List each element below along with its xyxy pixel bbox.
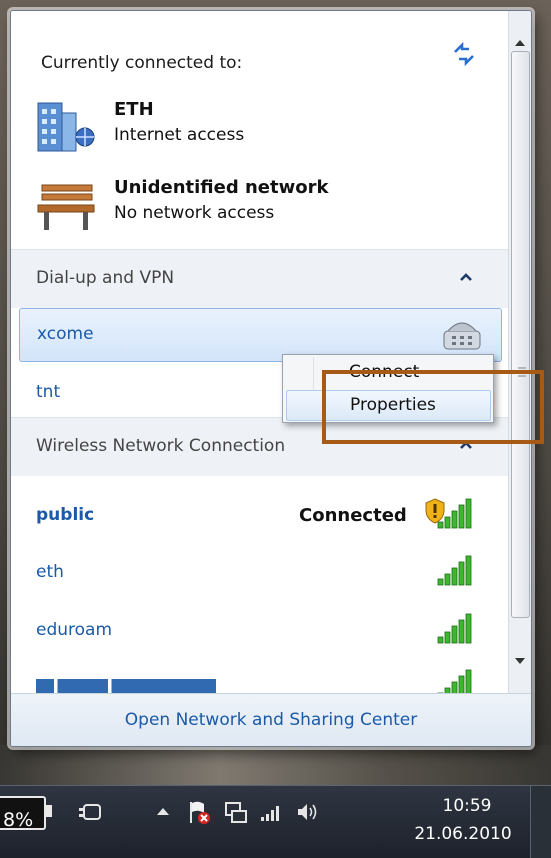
scrollbar-thumb[interactable]: [511, 51, 530, 618]
scroll-up-button[interactable]: [511, 33, 529, 53]
signal-strength-icon: [437, 555, 472, 586]
battery-indicator[interactable]: 8%: [0, 796, 62, 831]
building-network-icon: [37, 102, 95, 152]
volume-speaker-icon[interactable]: [294, 799, 320, 825]
flyout-list: Currently connected to: ETH Internet acc…: [11, 11, 508, 693]
signal-strength-icon: [437, 498, 472, 529]
connection-name: ETH: [114, 99, 154, 120]
wifi-item-public[interactable]: public Connected: [11, 490, 508, 542]
wifi-status-connected: Connected: [299, 505, 407, 526]
battery-percent: 8%: [3, 809, 34, 831]
wifi-item-partial[interactable]: [11, 661, 508, 693]
action-center-flag-icon[interactable]: [186, 799, 212, 825]
connection-status: Internet access: [114, 125, 245, 145]
section-dialup-vpn[interactable]: Dial-up and VPN: [11, 250, 508, 308]
dialup-item-label: xcome: [37, 324, 94, 344]
signal-strength-icon: [437, 669, 472, 693]
network-wired-icon[interactable]: [223, 799, 249, 825]
wifi-item-eth[interactable]: eth: [11, 547, 508, 599]
refresh-icon[interactable]: [451, 41, 477, 67]
park-bench-icon: [37, 184, 95, 230]
signal-strength-icon: [437, 613, 472, 644]
wifi-item-label-clipped: [36, 679, 216, 693]
desktop-background: [0, 745, 551, 785]
clock-date[interactable]: 21.06.2010: [410, 824, 516, 844]
wifi-item-eduroam[interactable]: eduroam: [11, 605, 508, 657]
wifi-item-label: eth: [36, 562, 64, 582]
wifi-item-label: public: [36, 505, 95, 525]
open-network-center-link[interactable]: Open Network and Sharing Center: [11, 710, 531, 730]
section-label: Wireless Network Connection: [36, 436, 286, 456]
connection-name: Unidentified network: [114, 177, 329, 198]
scrollbar[interactable]: [508, 11, 531, 693]
show-desktop-button[interactable]: [530, 786, 551, 858]
dialup-modem-icon: [443, 322, 481, 350]
header-title: Currently connected to:: [41, 53, 243, 73]
show-hidden-icons-icon[interactable]: [150, 799, 176, 825]
scroll-down-button[interactable]: [511, 651, 529, 671]
connection-unidentified: Unidentified network No network access: [36, 177, 496, 237]
connection-eth: ETH Internet access: [36, 99, 496, 159]
dialup-item-label: tnt: [36, 382, 61, 402]
connection-status: No network access: [114, 203, 275, 223]
annotation-highlight-box: [322, 370, 544, 444]
power-plug-icon[interactable]: [78, 799, 104, 825]
wireless-signal-icon[interactable]: [258, 799, 284, 825]
section-label: Dial-up and VPN: [36, 268, 175, 288]
chevron-up-icon[interactable]: [459, 270, 473, 284]
clock-time[interactable]: 10:59: [427, 796, 507, 816]
wifi-item-label: eduroam: [36, 620, 113, 640]
taskbar: 8% 10:59 21.06.2010: [0, 785, 551, 858]
flyout-footer: Open Network and Sharing Center: [11, 693, 531, 746]
